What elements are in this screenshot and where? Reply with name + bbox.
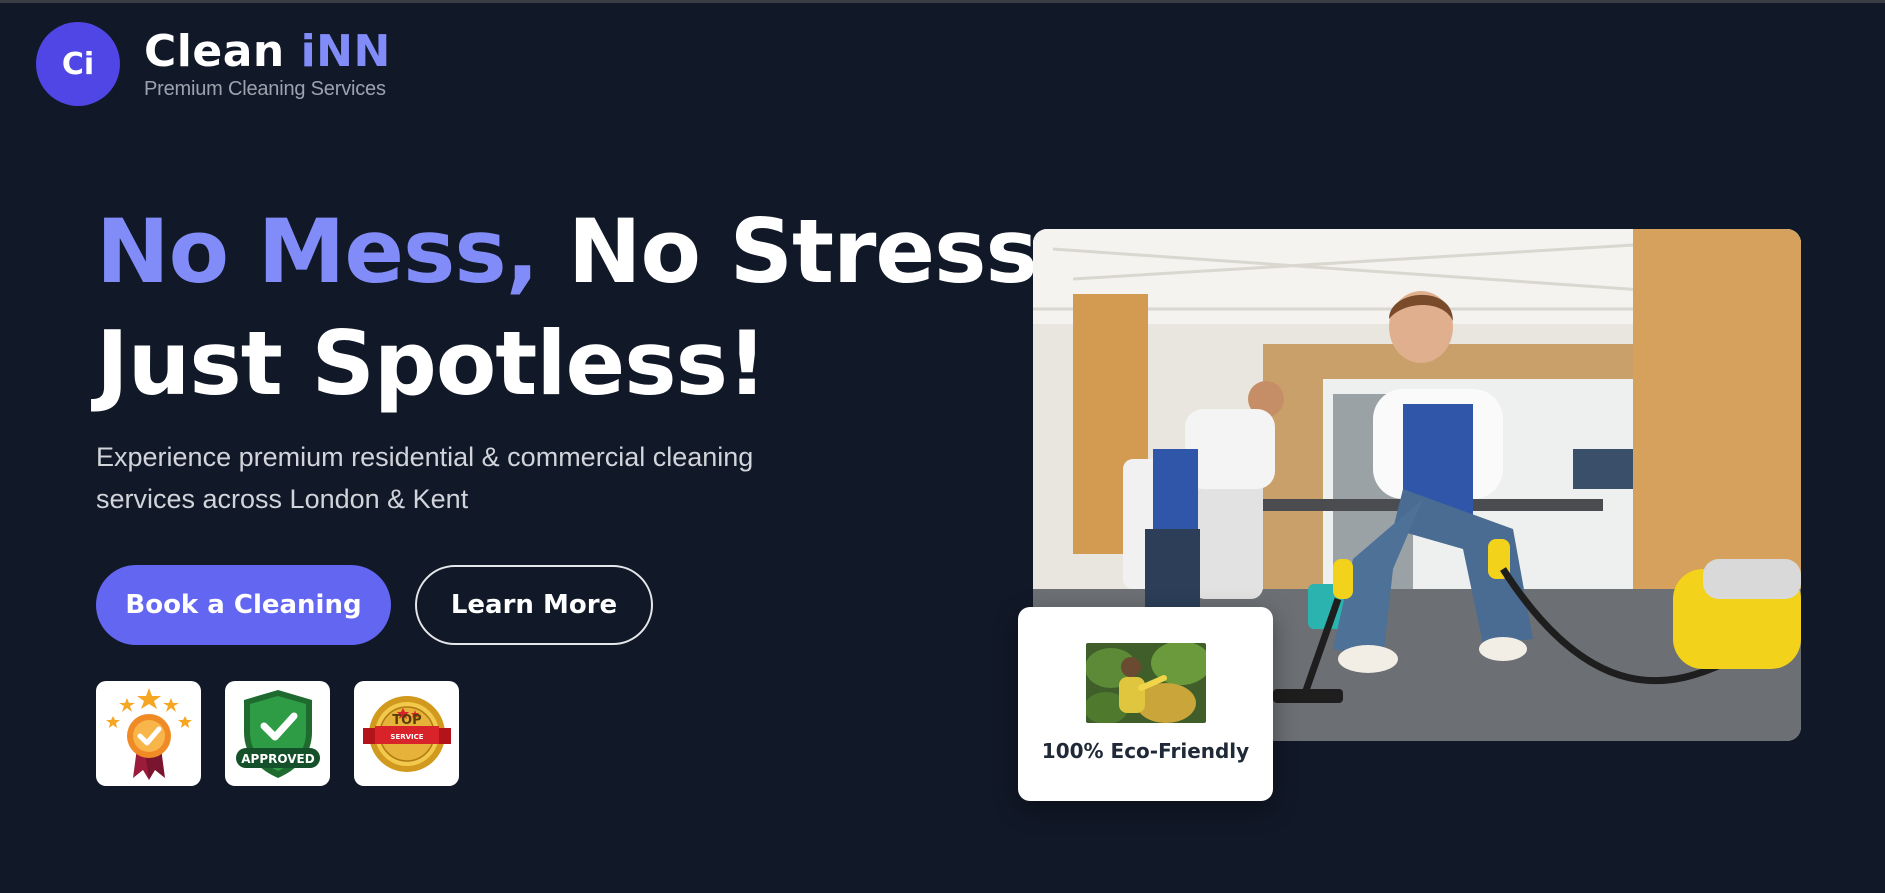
approved-text: APPROVED (241, 752, 314, 766)
hero-subtitle: Experience premium residential & commerc… (96, 436, 796, 520)
brand-text: Clean iNN Premium Cleaning Services (144, 25, 391, 101)
service-text: SERVICE (390, 733, 423, 741)
headline-rest: No Stress. (538, 200, 1070, 303)
eco-plant-person-illustration (1085, 643, 1206, 723)
headline-accent: No Mess, (96, 200, 539, 303)
award-stars-medal-icon (105, 687, 192, 780)
top-text: TOP (392, 713, 421, 728)
top-service-seal-icon: TOP SERVICE (362, 695, 451, 772)
book-cleaning-button[interactable]: Book a Cleaning (96, 565, 391, 645)
brand-name: Clean iNN (144, 25, 391, 77)
approved-shield-icon: APPROVED (235, 689, 320, 778)
learn-more-button[interactable]: Learn More (415, 565, 653, 645)
subtitle-line2: services across London & Kent (96, 484, 469, 514)
eco-photo (1085, 643, 1206, 723)
brand-tagline: Premium Cleaning Services (144, 77, 386, 100)
brand-name-part1: Clean (144, 25, 301, 77)
brand-name-part2: iNN (300, 25, 391, 77)
browser-top-border (0, 0, 1885, 3)
brand-header[interactable]: Ci Clean iNN Premium Cleaning Services (36, 22, 391, 106)
eco-friendly-label: 100% Eco-Friendly (1041, 739, 1250, 763)
eco-friendly-card: 100% Eco-Friendly (1018, 607, 1273, 801)
logo-icon: Ci (36, 22, 120, 106)
subtitle-line1: Experience premium residential & commerc… (96, 442, 754, 472)
headline-line1: No Mess, No Stress. (96, 196, 1070, 308)
award-badge (96, 681, 201, 786)
headline-line2: Just Spotless! (96, 312, 767, 415)
top-service-badge: TOP SERVICE (354, 681, 459, 786)
hero-headline: No Mess, No Stress. Just Spotless! (96, 196, 1070, 420)
approved-badge: APPROVED (225, 681, 330, 786)
